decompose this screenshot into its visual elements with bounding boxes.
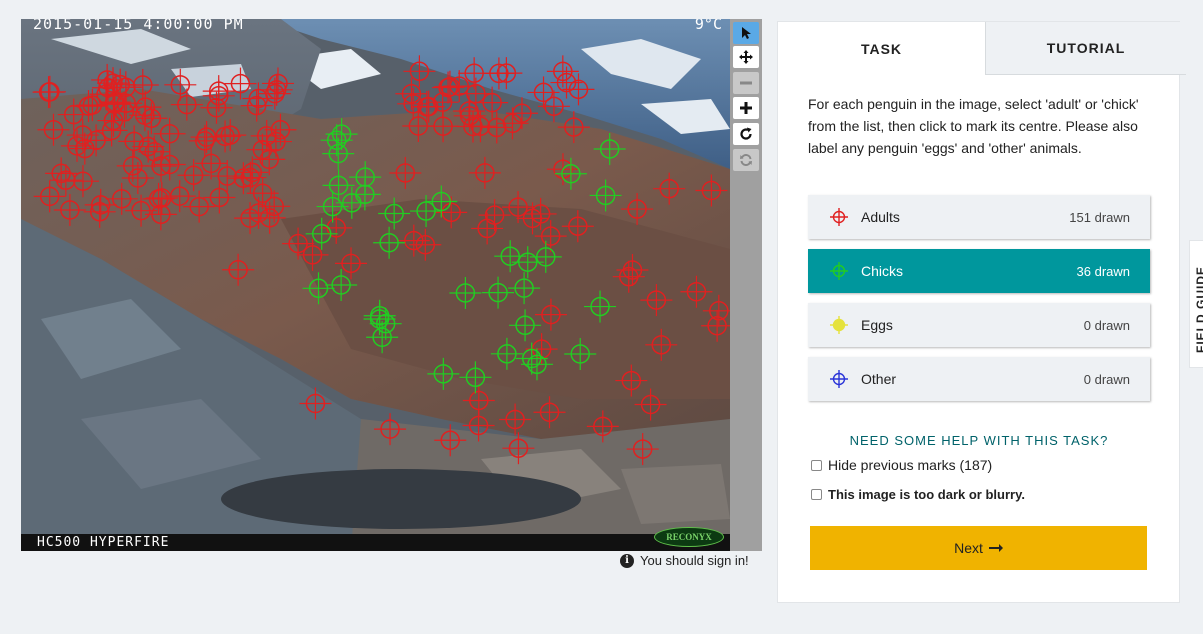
image-toolbar [730, 19, 762, 551]
rotate-button[interactable] [733, 123, 759, 145]
zoom-in-icon [740, 102, 752, 114]
hide-marks-checkbox[interactable]: Hide previous marks (187) [811, 457, 992, 473]
camera-timestamp: 2015-01-15 4:00:00 PM [33, 19, 244, 33]
camera-temperature: 9°C [694, 19, 722, 33]
camera-model: HC500 HYPERFIRE [37, 535, 170, 550]
help-link[interactable]: NEED SOME HELP WITH THIS TASK? [808, 433, 1150, 448]
reset-button[interactable] [733, 149, 759, 171]
tool-count: 151 drawn [1069, 209, 1130, 225]
field-guide-label: FIELD GUIDE [1194, 265, 1203, 353]
sign-in-notice: i You should sign in! [620, 553, 749, 568]
checkbox-box[interactable] [811, 459, 822, 471]
task-tabs: TASK TUTORIAL [778, 22, 1186, 75]
tab-tutorial[interactable]: TUTORIAL [985, 22, 1186, 75]
tool-adults-button[interactable]: Adults 151 drawn [808, 195, 1150, 239]
hide-marks-label: Hide previous marks (187) [828, 457, 993, 473]
next-button[interactable]: Next [810, 526, 1147, 570]
drawing-tools-list: Adults 151 drawn Chicks 36 drawn Eggs 0 … [808, 195, 1150, 411]
subject-viewer[interactable]: 2015-01-15 4:00:00 PM 9°C HC500 HYPERFIR… [21, 19, 730, 551]
pointer-tool-button[interactable] [733, 22, 759, 44]
tool-count: 0 drawn [1083, 317, 1130, 333]
task-instructions: For each penguin in the image, select 'a… [808, 96, 1139, 156]
subject-image[interactable] [21, 19, 730, 551]
tool-count: 0 drawn [1083, 371, 1130, 387]
crosshair-adults-icon [830, 208, 848, 226]
next-label: Next [954, 540, 983, 556]
too-dark-label: This image is too dark or blurry. [828, 487, 1025, 502]
info-icon: i [620, 553, 634, 568]
task-panel: TASK TUTORIAL For each penguin in the im… [777, 21, 1186, 603]
camera-brand-logo: RECONYX [654, 527, 724, 547]
tool-label: Eggs [861, 317, 893, 333]
move-icon [739, 50, 753, 64]
crosshair-chicks-icon [830, 262, 848, 280]
tool-label: Other [861, 371, 897, 387]
tab-task[interactable]: TASK [778, 22, 985, 75]
crosshair-other-icon [830, 370, 848, 388]
zoom-out-icon [740, 81, 752, 85]
too-dark-checkbox[interactable]: This image is too dark or blurry. [811, 487, 1025, 502]
tool-eggs-button[interactable]: Eggs 0 drawn [808, 303, 1150, 347]
rotate-icon [740, 127, 752, 140]
checkbox-box[interactable] [811, 489, 822, 500]
arrow-right-icon [988, 544, 1003, 552]
tool-other-button[interactable]: Other 0 drawn [808, 357, 1150, 401]
tool-label: Chicks [861, 263, 904, 279]
tool-label: Adults [861, 209, 900, 225]
sign-in-text: You should sign in! [640, 553, 749, 568]
pointer-icon [742, 27, 751, 39]
tool-chicks-button[interactable]: Chicks 36 drawn [808, 249, 1150, 293]
crosshair-eggs-icon [830, 316, 848, 334]
move-tool-button[interactable] [733, 46, 759, 68]
field-guide-tab[interactable]: FIELD GUIDE [1189, 240, 1203, 368]
tool-count: 36 drawn [1076, 263, 1130, 279]
zoom-in-button[interactable] [733, 97, 759, 119]
zoom-out-button[interactable] [733, 72, 759, 94]
reset-icon [740, 154, 752, 166]
